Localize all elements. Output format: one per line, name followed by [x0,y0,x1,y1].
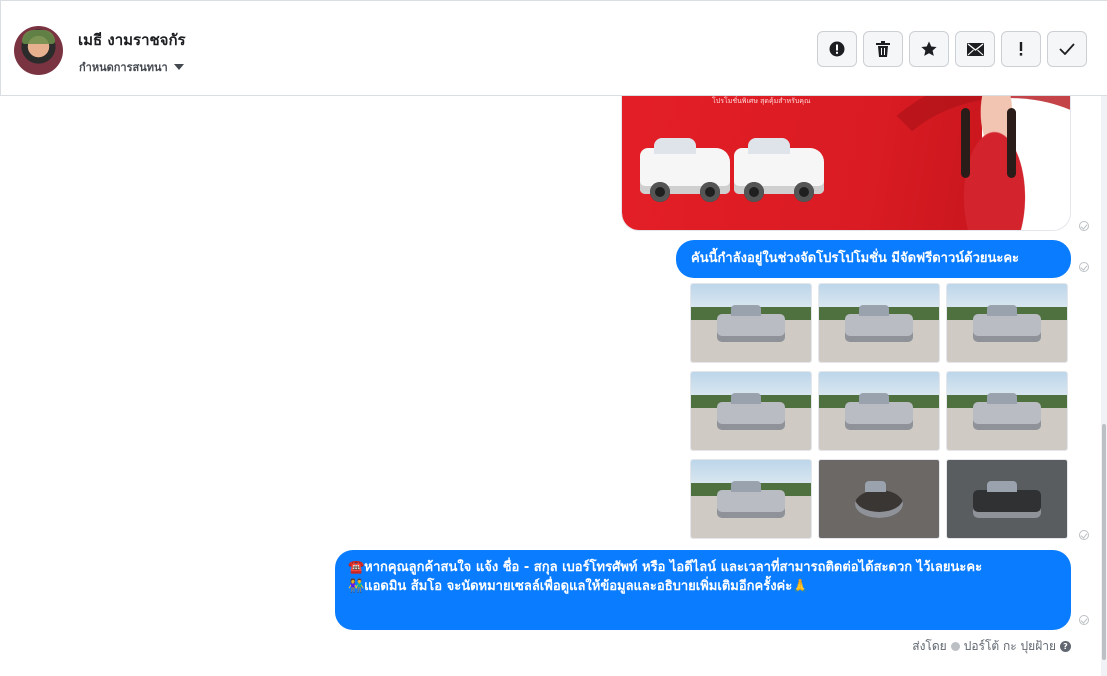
promo-caption: โปรโมชั่นพิเศษ สุดคุ้มสำหรับคุณ [712,97,811,105]
truck-image [734,138,824,202]
car-photo[interactable] [818,283,940,363]
scrollbar-thumb[interactable] [1102,424,1106,660]
car-photo[interactable] [690,459,812,539]
car-photo[interactable] [946,283,1068,363]
checkmark-icon [1059,43,1075,55]
read-receipt-icon [1079,221,1089,231]
chevron-down-icon [173,64,184,70]
mark-unread-button[interactable] [955,31,995,67]
avatar[interactable] [14,26,63,75]
message-line: 👫แอดมิน ส้มโอ จะนัดหมายเซลล์เพื่อดูแลให้… [348,579,809,594]
exclamation-icon [1019,42,1023,56]
trash-icon [876,41,890,57]
car-photo[interactable] [690,283,812,363]
assign-conversation-dropdown[interactable]: กำหนดการสนทนา [79,58,184,76]
mark-spam-button[interactable] [817,31,857,67]
car-interior-photo[interactable] [818,459,940,539]
car-engine-photo[interactable] [946,459,1068,539]
envelope-icon [966,42,984,56]
delete-button[interactable] [863,31,903,67]
star-icon [921,41,937,57]
sender-name[interactable]: ปอร์โต้ กะ ปุยฝ้าย [964,637,1056,656]
read-receipt-icon [1079,262,1089,272]
truck-image [640,138,730,202]
mark-done-button[interactable] [1047,31,1087,67]
follow-up-button[interactable] [1001,31,1041,67]
help-icon[interactable]: ? [1060,641,1071,652]
promo-image-attachment[interactable]: โปรโมชั่นพิเศษ สุดคุ้มสำหรับคุณ [621,96,1071,231]
car-photo[interactable] [818,371,940,451]
sent-by-label: ส่งโดย [912,639,947,653]
message-bubble[interactable]: ☎️หากคุณลูกค้าสนใจ แจ้ง ชื่อ - สกุล เบอร… [335,550,1071,630]
message-line: ☎️หากคุณลูกค้าสนใจ แจ้ง ชื่อ - สกุล เบอร… [348,560,983,575]
sent-by-info: ส่งโดย ปอร์โต้ กะ ปุยฝ้าย ? [912,637,1071,656]
star-button[interactable] [909,31,949,67]
sender-avatar-icon [950,642,960,651]
read-receipt-icon [1079,615,1089,625]
read-receipt-icon [1079,530,1089,540]
conversation-toolbar [817,31,1087,67]
conversation-header: เมธี งามราชจกัร กำหนดการสนทนา [0,0,1107,96]
alert-circle-icon [829,41,845,57]
assign-label: กำหนดการสนทนา [79,61,168,74]
contact-name[interactable]: เมธี งามราชจกัร [78,28,186,52]
message-bubble[interactable]: คันนี้กำลังอยู่ในช่วงจัดโปรโปโมชั่น มีจั… [676,240,1071,278]
model-figure-image [947,96,1042,230]
car-photo[interactable] [946,371,1068,451]
photo-grid [690,283,1068,539]
car-photo[interactable] [690,371,812,451]
